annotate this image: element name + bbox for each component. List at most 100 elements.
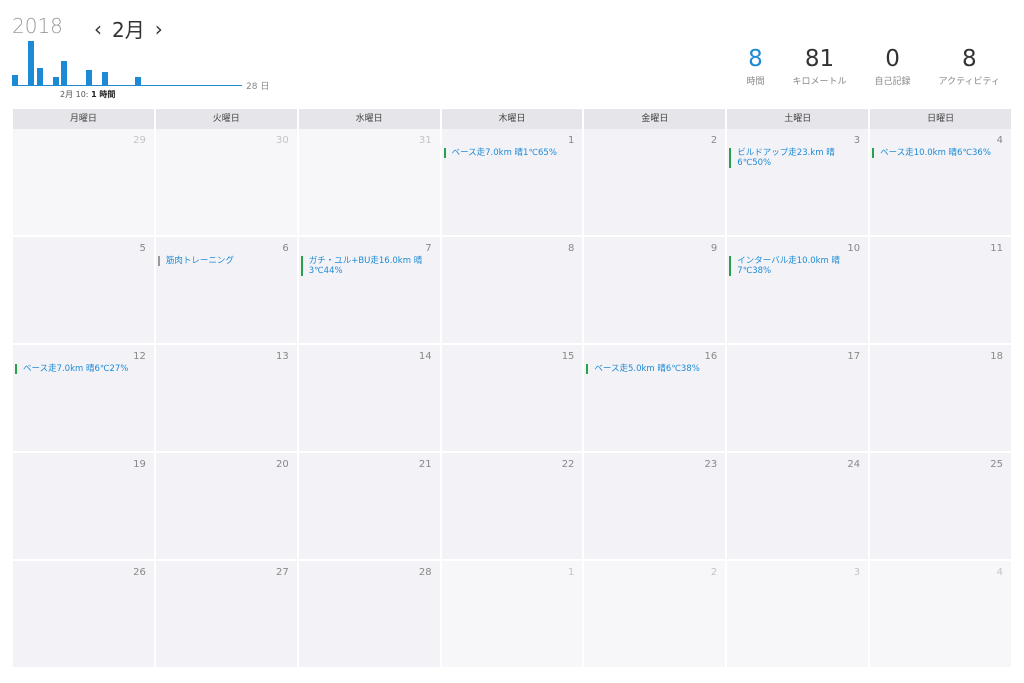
day-number: 9 [710,243,718,254]
stat-value: 81 [804,46,835,72]
weekday-label: 火曜日 [155,109,297,129]
stat-item: 81 キロメートル [792,46,846,87]
stat-item: 8 時間 [746,46,764,87]
calendar-day-cell[interactable]: 12 ベース走7.0km 晴6℃27% [13,345,154,451]
calendar-day-cell[interactable]: 4 ベース走10.0km 晴6℃36% [870,129,1011,235]
weekday-header: 月曜日 火曜日 水曜日 木曜日 金曜日 土曜日 日曜日 [13,109,1011,129]
day-number: 15 [561,351,575,362]
calendar-day-cell[interactable]: 19 [13,453,154,559]
stat-value: 8 [961,46,977,72]
calendar-day-cell[interactable]: 8 [441,237,583,343]
day-number: 10 [847,243,861,254]
calendar-day-cell[interactable]: 4 [870,561,1011,667]
day-number: 31 [418,135,432,146]
weekday-label: 金曜日 [584,109,726,129]
day-number: 8 [568,243,575,254]
calendar-day-cell[interactable]: 7 ガチ・ユル+BU走16.0km 晴3℃44% [298,237,440,343]
sparkline-tooltip-date: 2月 10: [60,90,89,99]
day-number: 21 [418,459,432,470]
sparkline-tooltip-value: 1 時間 [91,90,116,99]
calendar-day-cell[interactable]: 29 [13,129,154,235]
sparkline-bar[interactable] [135,77,141,86]
calendar-day-cell[interactable]: 13 [155,345,297,451]
day-number: 2 [710,135,718,146]
day-number: 28 [418,567,432,578]
sparkline-bar[interactable] [28,41,34,86]
calendar-day-cell[interactable]: 10 インターバル走10.0km 晴7℃38% [727,237,869,343]
day-number: 20 [275,459,289,470]
weekday-label: 水曜日 [298,109,440,129]
activity-event[interactable]: ビルドアップ走23.km 晴6℃50% [729,148,862,168]
stat-label: キロメートル [792,77,847,87]
calendar-day-cell[interactable]: 28 [298,561,440,667]
day-number: 5 [139,243,146,254]
sparkline-bar[interactable] [12,75,18,86]
calendar-day-cell[interactable]: 25 [870,453,1011,559]
chevron-right-icon[interactable]: › [153,17,165,41]
activity-event[interactable]: ベース走7.0km 晴1℃65% [443,148,577,158]
day-number: 18 [990,351,1003,362]
calendar-day-cell[interactable]: 16 ベース走5.0km 晴6℃38% [584,345,726,451]
day-number: 3 [853,135,861,146]
sparkline-bar[interactable] [102,72,108,86]
weekday-label: 日曜日 [870,109,1011,129]
calendar-day-cell[interactable]: 24 [727,453,869,559]
weekday-label: 月曜日 [13,109,154,129]
sparkline-tooltip: 2月 10: 1 時間 [60,89,115,100]
calendar-day-cell[interactable]: 6 筋肉トレーニング [155,237,297,343]
stat-label: 時間 [746,77,765,87]
month-navigation: ‹ 2月 › [92,14,165,43]
sparkline-bar[interactable] [86,70,92,86]
day-number: 2 [710,567,718,578]
day-number: 24 [847,459,861,470]
stat-label: 自己記録 [874,77,911,87]
calendar-day-cell[interactable]: 31 [298,129,440,235]
calendar-day-cell[interactable]: 9 [584,237,726,343]
month-calendar: 月曜日 火曜日 水曜日 木曜日 金曜日 土曜日 日曜日 29 30 31 1 ベース走7.0km 晴… [13,109,1011,667]
day-number: 30 [275,135,289,146]
calendar-day-cell[interactable]: 1 [441,561,583,667]
calendar-day-cell[interactable]: 18 [870,345,1011,451]
sparkline-bar[interactable] [37,68,43,86]
calendar-day-cell[interactable]: 2 [584,129,726,235]
calendar-day-cell[interactable]: 20 [155,453,297,559]
activity-sparkline[interactable] [12,40,242,86]
calendar-day-cell[interactable]: 11 [870,237,1011,343]
stat-item: 0 自己記録 [875,46,911,87]
calendar-day-cell[interactable]: 26 [13,561,154,667]
sparkline-bar[interactable] [53,77,59,86]
activity-event[interactable]: ベース走7.0km 晴6℃27% [15,364,148,374]
calendar-day-cell[interactable]: 14 [298,345,440,451]
activity-event[interactable]: インターバル走10.0km 晴7℃38% [729,256,862,276]
calendar-day-cell[interactable]: 2 [584,561,726,667]
day-number: 17 [847,351,861,362]
activity-event[interactable]: ガチ・ユル+BU走16.0km 晴3℃44% [300,256,434,276]
calendar-day-cell[interactable]: 1 ベース走7.0km 晴1℃65% [441,129,583,235]
calendar-day-cell[interactable]: 15 [441,345,583,451]
day-number: 11 [990,243,1003,254]
calendar-day-cell[interactable]: 27 [155,561,297,667]
weekday-label: 木曜日 [441,109,583,129]
day-number: 14 [418,351,432,362]
calendar-day-cell[interactable]: 30 [155,129,297,235]
day-number: 26 [133,567,146,578]
stat-value: 8 [748,46,763,72]
activity-event[interactable]: ベース走5.0km 晴6℃38% [586,364,719,374]
day-number: 16 [704,351,718,362]
day-number: 12 [133,351,146,362]
day-number: 1 [568,567,575,578]
calendar-day-cell[interactable]: 21 [298,453,440,559]
calendar-day-cell[interactable]: 17 [727,345,869,451]
day-number: 4 [996,567,1003,578]
activity-event[interactable]: ベース走10.0km 晴6℃36% [872,148,1005,158]
calendar-day-cell[interactable]: 22 [441,453,583,559]
calendar-day-cell[interactable]: 3 ビルドアップ走23.km 晴6℃50% [727,129,869,235]
calendar-day-cell[interactable]: 5 [13,237,154,343]
summary-stats: 8 時間 81 キロメートル 0 自己記録 8 アクティビティ [718,46,1000,87]
calendar-day-cell[interactable]: 3 [727,561,869,667]
day-number: 7 [425,243,432,254]
activity-event[interactable]: 筋肉トレーニング [157,256,291,266]
calendar-day-cell[interactable]: 23 [584,453,726,559]
sparkline-bar[interactable] [61,61,67,86]
chevron-left-icon[interactable]: ‹ [92,17,104,41]
